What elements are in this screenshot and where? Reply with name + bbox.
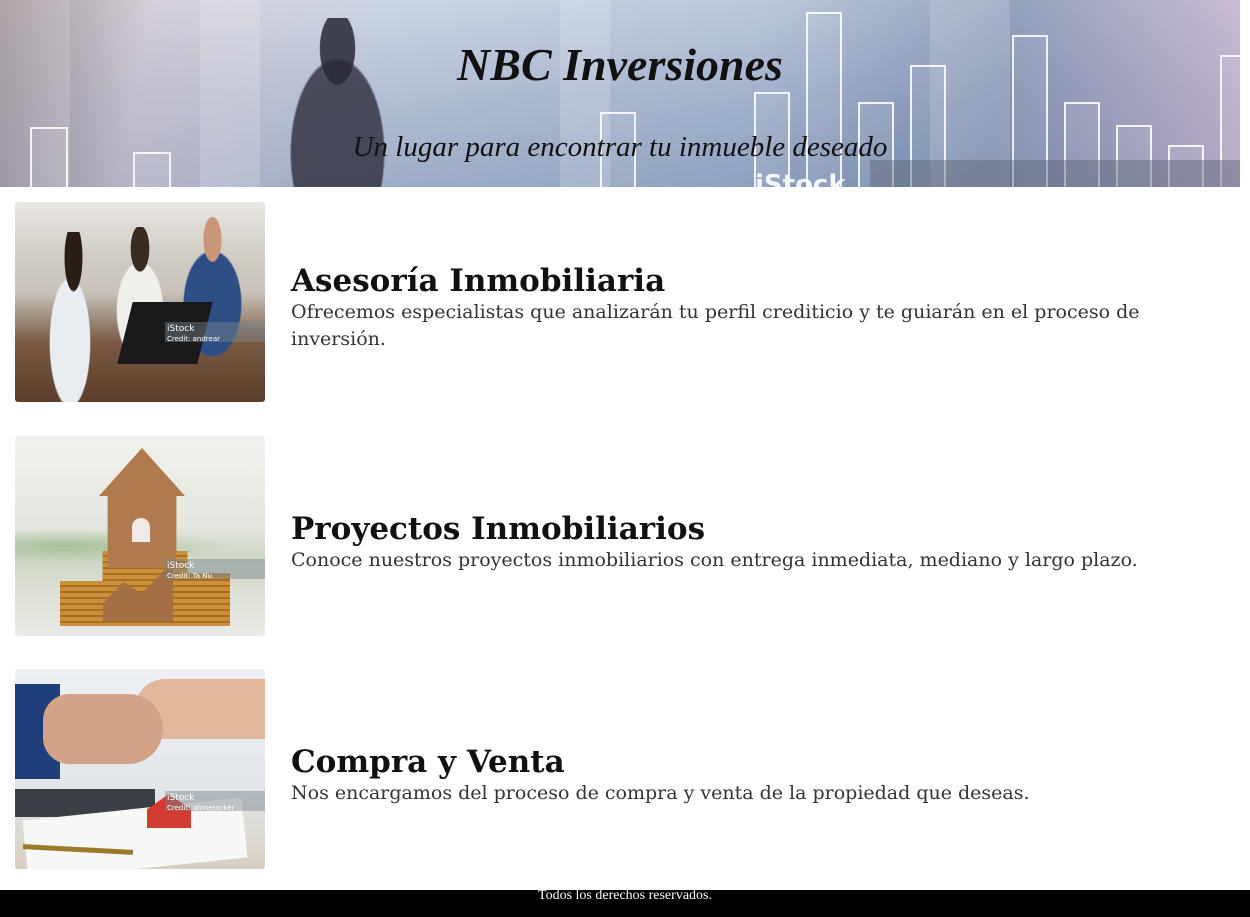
service-title: Asesoría Inmobiliaria	[291, 263, 666, 299]
service-image-house-coins: iStock Credit: Ta Nu	[15, 436, 265, 636]
banner-watermark-strip	[870, 160, 1240, 187]
image-credit: Credit: andrear	[167, 335, 221, 343]
banner-watermark: iStock	[755, 170, 846, 187]
service-card-compra-venta: iStock Credit: ahmetocker Compra y Venta…	[15, 669, 1240, 869]
service-image-consultation: iStock Credit: andrear	[15, 202, 265, 402]
header-banner: iStock NBC Inversiones Un lugar para enc…	[0, 0, 1240, 187]
image-credit: Credit: Ta Nu	[167, 572, 212, 580]
service-title: Compra y Venta	[291, 743, 565, 780]
image-watermark: iStock	[167, 561, 195, 571]
service-card-proyectos: iStock Credit: Ta Nu Proyectos Inmobilia…	[15, 436, 1240, 636]
site-subtitle: Un lugar para encontrar tu inmueble dese…	[352, 131, 888, 163]
service-description: Nos encargamos del proceso de compra y v…	[291, 781, 1030, 804]
service-description: Ofrecemos especialistas que analizarán t…	[291, 301, 1140, 350]
image-watermark: iStock	[167, 793, 195, 803]
image-credit: Credit: ahmetocker	[167, 804, 235, 812]
service-image-handshake: iStock Credit: ahmetocker	[15, 669, 265, 869]
service-card-asesoria: iStock Credit: andrear Asesoría Inmobili…	[15, 202, 1240, 402]
service-title: Proyectos Inmobiliarios	[291, 510, 706, 547]
image-watermark: iStock	[167, 324, 195, 334]
site-title: NBC Inversiones	[457, 39, 783, 90]
footer: Todos los derechos reservados.	[0, 888, 1250, 917]
service-description: Conoce nuestros proyectos inmobiliarios …	[291, 548, 1138, 571]
footer-copyright: Todos los derechos reservados.	[538, 888, 712, 903]
